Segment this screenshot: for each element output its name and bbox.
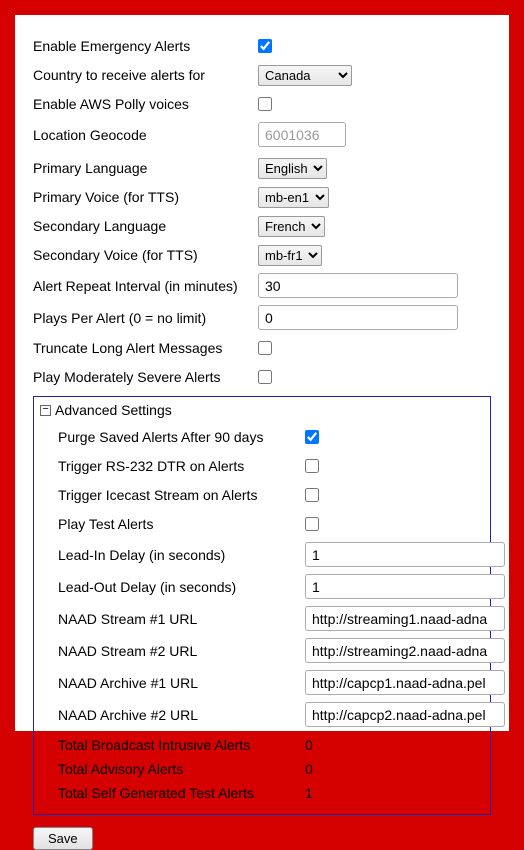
secondary-language-label: Secondary Language [33,218,258,234]
trigger-rs232-checkbox[interactable] [305,459,319,473]
settings-panel: Enable Emergency Alerts Country to recei… [15,15,509,731]
secondary-language-select[interactable]: French [258,216,325,237]
lead-in-input[interactable] [305,542,505,567]
trigger-rs232-label: Trigger RS-232 DTR on Alerts [40,458,305,474]
naad-stream2-input[interactable] [305,638,505,663]
advanced-settings-title: Advanced Settings [55,402,172,418]
secondary-voice-select[interactable]: mb-fr1 [258,245,322,266]
play-moderate-label: Play Moderately Severe Alerts [33,369,258,385]
primary-voice-label: Primary Voice (for TTS) [33,189,258,205]
trigger-icecast-checkbox[interactable] [305,488,319,502]
total-broadcast-label: Total Broadcast Intrusive Alerts [40,737,305,753]
location-geocode-label: Location Geocode [33,127,258,143]
naad-stream1-input[interactable] [305,606,505,631]
truncate-label: Truncate Long Alert Messages [33,340,258,356]
naad-archive1-input[interactable] [305,670,505,695]
purge-checkbox[interactable] [305,430,319,444]
naad-archive1-label: NAAD Archive #1 URL [40,675,305,691]
lead-out-label: Lead-Out Delay (in seconds) [40,579,305,595]
country-label: Country to receive alerts for [33,67,258,83]
country-select[interactable]: Canada [258,65,352,86]
total-broadcast-value: 0 [305,737,482,753]
save-button[interactable]: Save [33,827,93,850]
trigger-icecast-label: Trigger Icecast Stream on Alerts [40,487,305,503]
primary-voice-select[interactable]: mb-en1 [258,187,329,208]
plays-per-alert-label: Plays Per Alert (0 = no limit) [33,310,258,326]
enable-aws-polly-checkbox[interactable] [258,97,272,111]
lead-in-label: Lead-In Delay (in seconds) [40,547,305,563]
enable-emergency-alerts-label: Enable Emergency Alerts [33,38,258,54]
collapse-icon[interactable]: − [40,405,51,416]
location-geocode-input[interactable] [258,122,346,147]
enable-aws-polly-label: Enable AWS Polly voices [33,96,258,112]
alert-repeat-label: Alert Repeat Interval (in minutes) [33,278,258,294]
total-advisory-label: Total Advisory Alerts [40,761,305,777]
primary-language-select[interactable]: English [258,158,327,179]
purge-label: Purge Saved Alerts After 90 days [40,429,305,445]
play-moderate-checkbox[interactable] [258,370,272,384]
secondary-voice-label: Secondary Voice (for TTS) [33,247,258,263]
total-selftest-value: 1 [305,785,482,801]
naad-archive2-input[interactable] [305,702,505,727]
advanced-settings-fieldset: − Advanced Settings Purge Saved Alerts A… [33,396,491,815]
plays-per-alert-input[interactable] [258,305,458,330]
primary-language-label: Primary Language [33,160,258,176]
total-advisory-value: 0 [305,761,482,777]
enable-emergency-alerts-checkbox[interactable] [258,39,272,53]
truncate-checkbox[interactable] [258,341,272,355]
naad-archive2-label: NAAD Archive #2 URL [40,707,305,723]
naad-stream1-label: NAAD Stream #1 URL [40,611,305,627]
lead-out-input[interactable] [305,574,505,599]
alert-repeat-input[interactable] [258,273,458,298]
naad-stream2-label: NAAD Stream #2 URL [40,643,305,659]
play-test-checkbox[interactable] [305,517,319,531]
total-selftest-label: Total Self Generated Test Alerts [40,785,305,801]
play-test-label: Play Test Alerts [40,516,305,532]
